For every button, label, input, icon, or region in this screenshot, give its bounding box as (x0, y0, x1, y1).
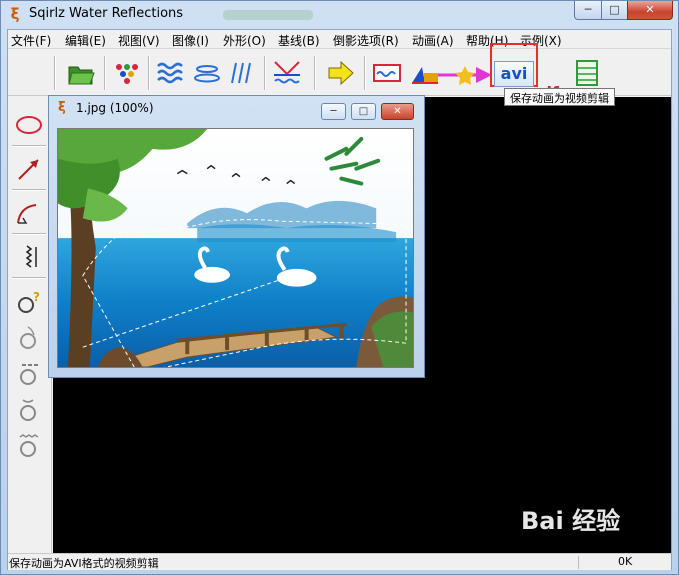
ripple-ellipses-icon[interactable] (192, 59, 222, 87)
toolbar-separator (12, 189, 46, 191)
menu-edit[interactable]: 编辑(E) (65, 32, 106, 49)
child-maximize-button[interactable]: □ (351, 103, 376, 120)
ripple-tool-icon[interactable] (14, 323, 44, 351)
toolbar-separator (314, 56, 316, 90)
child-close-button[interactable]: ✕ (381, 103, 414, 120)
color-dots-icon[interactable] (112, 59, 142, 87)
toolbar-separator (364, 56, 366, 90)
status-divider (578, 556, 579, 569)
menu-view[interactable]: 视图(V) (118, 32, 160, 49)
left-toolbar: ? (8, 97, 52, 553)
vertical-wave-tool-icon[interactable] (14, 243, 44, 271)
toolbar-separator (104, 56, 106, 90)
child-window-title: 1.jpg (100%) (76, 101, 154, 115)
menu-baseline[interactable]: 基线(B) (278, 32, 320, 49)
window-title: Sqirlz Water Reflections (29, 6, 184, 21)
menu-animation[interactable]: 动画(A) (412, 32, 454, 49)
image-canvas[interactable] (57, 128, 414, 368)
menu-shape[interactable]: 外形(O) (223, 32, 266, 49)
star-icon[interactable] (454, 64, 476, 86)
menu-image[interactable]: 图像(I) (172, 32, 209, 49)
save-avi-button[interactable]: avi (494, 61, 534, 87)
svg-text:?: ? (33, 290, 40, 304)
close-button[interactable]: ✕ (627, 1, 673, 20)
child-window-icon: ξ (58, 100, 66, 115)
ripple-wave-tool-icon[interactable] (14, 431, 44, 459)
toolbar-separator (264, 56, 266, 90)
watermark-logo: Bai 经验 (521, 507, 621, 535)
waves-icon[interactable] (156, 59, 186, 87)
tooltip: 保存动画为视频剪辑 (504, 88, 615, 106)
toolbar-separator (54, 56, 56, 90)
toolbar-separator (12, 277, 46, 279)
open-folder-icon[interactable] (66, 59, 96, 87)
menu-reflection-options[interactable]: 倒影选项(R) (333, 32, 399, 49)
ellipse-tool-icon[interactable] (14, 111, 44, 139)
toolbar-separator (12, 233, 46, 235)
minimize-button[interactable]: ─ (574, 1, 602, 20)
arc-tool-icon[interactable] (14, 199, 44, 227)
status-bar: 保存动画为AVI格式的视频剪辑 0K (8, 553, 671, 570)
child-minimize-button[interactable]: ─ (321, 103, 346, 120)
title-bar[interactable]: ξ Sqirlz Water Reflections ─ □ ✕ (1, 1, 678, 29)
blurred-overlay (223, 10, 313, 20)
line-arrow-tool-icon[interactable] (14, 155, 44, 183)
status-text: 保存动画为AVI格式的视频剪辑 (9, 557, 159, 570)
app-window: ξ Sqirlz Water Reflections ─ □ ✕ 文件(F) 编… (0, 0, 679, 575)
baseline-icon[interactable] (272, 59, 302, 87)
help-ripple-tool-icon[interactable]: ? (14, 287, 44, 315)
frame-image-icon[interactable] (372, 59, 402, 87)
ripple-wind-tool-icon[interactable] (14, 395, 44, 423)
app-icon: ξ (10, 5, 20, 23)
image-child-window[interactable]: ξ 1.jpg (100%) ─ □ ✕ (48, 95, 425, 378)
toolbar-separator (148, 56, 150, 90)
menu-bar: 文件(F) 编辑(E) 视图(V) 图像(I) 外形(O) 基线(B) 倒影选项… (8, 30, 671, 49)
ripple-dots-tool-icon[interactable] (14, 359, 44, 387)
toolbar-separator (12, 145, 46, 147)
maximize-button[interactable]: □ (601, 1, 628, 20)
arrow-right-icon[interactable] (326, 59, 356, 87)
menu-file[interactable]: 文件(F) (11, 32, 51, 49)
frames-panel-icon[interactable] (572, 59, 602, 87)
status-ok-indicator: 0K (618, 555, 633, 568)
diagonal-rain-icon[interactable] (228, 59, 258, 87)
